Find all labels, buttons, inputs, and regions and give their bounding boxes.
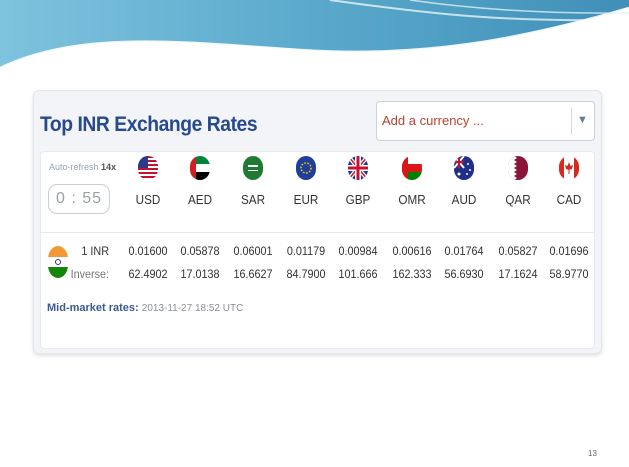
- oman-flag-icon: [402, 156, 422, 180]
- auto-refresh-interval: 14x: [101, 162, 117, 172]
- rates-panel: Auto-refresh 14x 0 : 55 USD AED SAR EUR …: [40, 151, 595, 349]
- currency-code: QAR: [505, 192, 531, 207]
- inverse-gbp: 101.666: [338, 267, 378, 281]
- mid-market-label[interactable]: Mid-market rates:: [47, 302, 139, 314]
- currency-header-eur[interactable]: EUR: [281, 156, 331, 207]
- auto-refresh-text: Auto-refresh: [49, 162, 99, 172]
- inverse-aud: 56.6930: [444, 267, 484, 281]
- qatar-flag-icon: [508, 156, 528, 180]
- slide-header-wave: [0, 0, 629, 70]
- inverse-sar: 16.6627: [233, 267, 273, 281]
- rate-aud: 0.01764: [444, 244, 484, 258]
- canada-flag-icon: [559, 156, 579, 180]
- exchange-rates-widget: Top INR Exchange Rates ▼ Auto-refresh 14…: [33, 90, 602, 354]
- inverse-usd: 62.4902: [128, 267, 168, 281]
- currency-header-aed[interactable]: AED: [175, 156, 225, 207]
- currency-header-aud[interactable]: AUD: [439, 156, 489, 207]
- currency-code: OMR: [398, 192, 426, 207]
- add-currency-input[interactable]: [382, 108, 567, 132]
- slide-page-number: 13: [588, 449, 597, 458]
- currency-code: SAR: [240, 192, 266, 207]
- rate-gbp: 0.00984: [338, 244, 378, 258]
- auto-refresh-label: Auto-refresh 14x: [49, 162, 116, 172]
- inverse-eur: 84.7900: [286, 267, 326, 281]
- currency-header-omr[interactable]: OMR: [387, 156, 437, 207]
- chevron-down-icon[interactable]: ▼: [577, 114, 588, 126]
- widget-title: Top INR Exchange Rates: [40, 113, 258, 136]
- uk-flag-icon: [348, 156, 368, 180]
- us-flag-icon: [138, 156, 158, 180]
- add-currency-select[interactable]: ▼: [376, 101, 595, 141]
- rate-aed: 0.05878: [180, 244, 220, 258]
- currency-header-sar[interactable]: SAR: [228, 156, 278, 207]
- rate-omr: 0.00616: [392, 244, 432, 258]
- currency-code: AUD: [451, 192, 477, 207]
- rate-cad: 0.01696: [549, 244, 589, 258]
- uae-flag-icon: [190, 156, 210, 180]
- rates-timestamp: 2013-11-27 18:52 UTC: [141, 303, 244, 314]
- currency-code: USD: [135, 192, 161, 207]
- rate-eur: 0.01179: [286, 244, 326, 258]
- rate-usd: 0.01600: [128, 244, 168, 258]
- inverse-omr: 162.333: [392, 267, 432, 281]
- base-row-label: 1 INR: [81, 244, 109, 258]
- select-divider: [571, 108, 572, 134]
- refresh-timer[interactable]: 0 : 55: [48, 184, 110, 214]
- saudi-flag-icon: [243, 156, 263, 180]
- rate-qar: 0.05827: [498, 244, 538, 258]
- table-divider: [41, 232, 594, 233]
- currency-code: GBP: [345, 192, 371, 207]
- eu-flag-icon: [296, 156, 316, 180]
- currency-header-usd[interactable]: USD: [123, 156, 173, 207]
- inverse-row-label: Inverse:: [70, 267, 109, 281]
- inverse-cad: 58.9770: [549, 267, 589, 281]
- currency-header-qar[interactable]: QAR: [493, 156, 543, 207]
- inverse-aed: 17.0138: [180, 267, 220, 281]
- currency-header-cad[interactable]: CAD: [544, 156, 594, 207]
- inverse-qar: 17.1624: [498, 267, 538, 281]
- mid-market-footer: Mid-market rates: 2013-11-27 18:52 UTC: [47, 302, 243, 314]
- australia-flag-icon: [454, 156, 474, 180]
- rate-sar: 0.06001: [233, 244, 273, 258]
- currency-header-gbp[interactable]: GBP: [333, 156, 383, 207]
- currency-code: EUR: [293, 192, 319, 207]
- currency-code: CAD: [556, 192, 582, 207]
- currency-code: AED: [187, 192, 213, 207]
